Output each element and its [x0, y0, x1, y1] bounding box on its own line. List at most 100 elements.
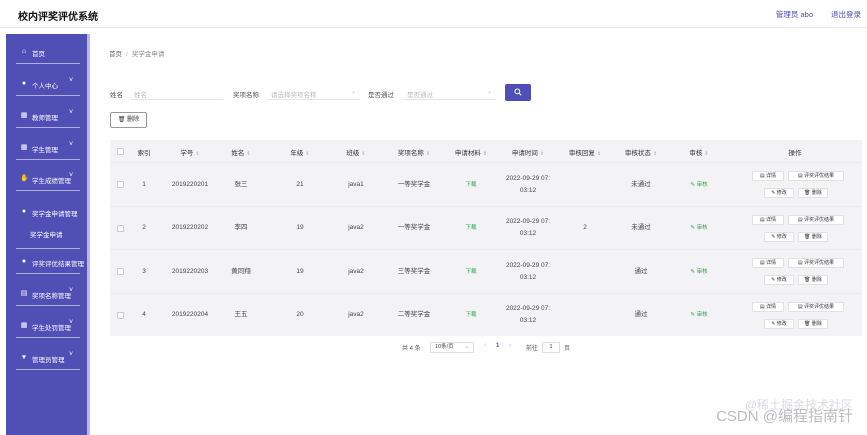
- column-header[interactable]: 年级 ⇕: [290, 147, 309, 157]
- name-search-input[interactable]: 姓名: [131, 86, 223, 100]
- sidebar-divider: [16, 273, 80, 274]
- grid-icon: ▦: [20, 144, 28, 151]
- cell-audit: ✎ 审核: [690, 163, 707, 206]
- sort-icon[interactable]: ⇕: [704, 151, 708, 157]
- column-header[interactable]: 奖项名称 ⇕: [398, 147, 430, 157]
- edit-button-label: 修改: [776, 190, 787, 196]
- chevron-down-icon: ⌄: [350, 89, 356, 95]
- goto-page-input[interactable]: 1: [542, 342, 560, 353]
- trash-icon: 🗑: [804, 190, 812, 196]
- prev-page-icon[interactable]: ‹: [484, 342, 486, 349]
- sidebar-item-7[interactable]: ▤ 奖项名称管理 ˅: [6, 282, 84, 306]
- sidebar-subitem-label: 奖学金申请: [30, 232, 63, 239]
- search-button[interactable]: [505, 84, 531, 101]
- breadcrumb-current: 奖学金申请: [131, 51, 165, 58]
- detail-button[interactable]: ▤ 详情: [752, 258, 784, 268]
- sidebar-item-3[interactable]: ▦ 学生管理 ˅: [6, 136, 84, 160]
- column-header[interactable]: 班级 ⇕: [346, 147, 365, 157]
- sort-icon[interactable]: ⇕: [361, 151, 365, 157]
- sidebar-item-5[interactable]: ● 奖学金申请管理: [6, 200, 84, 224]
- delete-button[interactable]: 🗑 删除: [798, 275, 828, 285]
- delete-button[interactable]: 🗑 删除: [798, 231, 828, 242]
- column-header[interactable]: 审核回复 ⇕: [569, 147, 601, 157]
- sort-icon[interactable]: ⇕: [483, 151, 487, 157]
- column-header-label: 审核状态: [624, 150, 651, 157]
- row-checkbox[interactable]: [117, 224, 124, 232]
- current-page-number[interactable]: 1: [496, 343, 499, 349]
- edit-button[interactable]: ✎ 修改: [764, 188, 794, 198]
- detail-button[interactable]: ▤ 详情: [752, 214, 784, 225]
- edit-button[interactable]: ✎ 修改: [764, 318, 794, 329]
- goto-page-value: 1: [549, 344, 553, 350]
- download-link[interactable]: 下载: [465, 266, 476, 278]
- column-header-label: 奖项名称: [397, 150, 424, 157]
- result-button[interactable]: ▤ 评奖评优结果: [788, 301, 844, 312]
- cell-student-id: 2019220204: [171, 311, 209, 318]
- sidebar-item-8[interactable]: ▦ 学生处罚管理 ˅: [6, 314, 84, 338]
- edit-button[interactable]: ✎ 修改: [764, 275, 794, 285]
- sidebar-item-0[interactable]: ⌂ 首页: [6, 40, 84, 64]
- download-link[interactable]: 下载: [465, 309, 476, 321]
- table-row: 1 2019220201 张三 21 java1 一等奖学金 下载 2022-09-29 07…: [110, 162, 862, 205]
- user-icon: ●: [21, 258, 27, 265]
- download-link[interactable]: 下载: [465, 222, 476, 234]
- column-header[interactable]: 学号 ⇕: [180, 147, 199, 157]
- sidebar-item-6[interactable]: ● 评奖评优结果管理: [6, 250, 84, 274]
- sidebar-subitem-scholarship-apply[interactable]: 奖学金申请: [6, 225, 84, 249]
- row-checkbox[interactable]: [117, 268, 124, 275]
- result-button[interactable]: ▤ 评奖评优结果: [788, 258, 844, 268]
- column-header[interactable]: 申请材料 ⇕: [455, 147, 487, 157]
- trash-icon: 🗑: [117, 117, 126, 123]
- column-header-label: 年级: [290, 150, 304, 157]
- audit-label: 审核: [696, 225, 708, 231]
- logout-link[interactable]: 退出登录: [831, 9, 861, 20]
- column-header[interactable]: 申请时间 ⇕: [512, 147, 544, 157]
- column-header: 索引: [138, 147, 151, 157]
- detail-button[interactable]: ▤ 详情: [752, 301, 784, 312]
- edit-button-label: 修改: [776, 277, 787, 283]
- audit-link[interactable]: ✎ 审核: [690, 266, 707, 278]
- detail-button[interactable]: ▤ 详情: [752, 171, 784, 181]
- result-button[interactable]: ▤ 评奖评优结果: [788, 214, 844, 225]
- cell-award: 三等奖学金: [397, 267, 431, 275]
- trash-icon: 🗑: [804, 233, 812, 240]
- sidebar-item-2[interactable]: ▦ 教师管理 ˅: [6, 104, 84, 128]
- row-checkbox[interactable]: [117, 311, 124, 319]
- delete-button[interactable]: 🗑 删除: [798, 318, 828, 329]
- heart-icon: ♥: [21, 354, 27, 361]
- sort-icon[interactable]: ⇕: [653, 151, 657, 157]
- cell-material: 下载: [465, 163, 476, 206]
- sort-icon[interactable]: ⇕: [426, 151, 430, 157]
- sort-icon[interactable]: ⇕: [305, 151, 309, 157]
- passed-select-placeholder: 是否通过: [407, 92, 433, 99]
- sort-icon[interactable]: ⇕: [540, 151, 544, 157]
- sort-icon[interactable]: ⇕: [246, 151, 250, 157]
- sidebar-item-1[interactable]: ● 个人中心 ˅: [6, 72, 84, 96]
- audit-link[interactable]: ✎ 审核: [690, 309, 707, 321]
- row-checkbox[interactable]: [117, 181, 124, 188]
- audit-link[interactable]: ✎ 审核: [690, 222, 707, 234]
- cell-apply-time: 2022-09-29 07: 03:12: [506, 294, 550, 337]
- breadcrumb-home[interactable]: 首页: [109, 51, 122, 58]
- sidebar-item-label: 教师管理: [32, 115, 58, 122]
- audit-link[interactable]: ✎ 审核: [690, 179, 707, 191]
- award-select[interactable]: 请选择奖项名称 ⌄: [268, 86, 360, 100]
- passed-select[interactable]: 是否通过 ⌄: [404, 86, 496, 100]
- column-header[interactable]: 审核状态 ⇕: [625, 147, 657, 157]
- result-button[interactable]: ▤ 评奖评优结果: [788, 171, 844, 181]
- download-link[interactable]: 下载: [465, 179, 476, 191]
- sort-icon[interactable]: ⇕: [195, 151, 199, 157]
- column-header-label: 审核: [689, 150, 703, 157]
- column-header[interactable]: 审核 ⇕: [689, 147, 708, 157]
- column-header[interactable]: 姓名 ⇕: [231, 147, 250, 157]
- sidebar-item-9[interactable]: ♥ 管理员管理 ˅: [6, 346, 84, 370]
- sort-icon[interactable]: ⇕: [597, 151, 601, 157]
- page-size-select[interactable]: 10条/页 ⌄: [430, 342, 474, 353]
- batch-delete-button[interactable]: 🗑 删除: [110, 112, 147, 128]
- cell-award: 一等奖学金: [397, 180, 431, 188]
- select-all-checkbox[interactable]: [117, 148, 124, 155]
- sidebar-item-4[interactable]: ✋ 学生成绩管理 ˅: [6, 167, 84, 191]
- edit-button[interactable]: ✎ 修改: [764, 231, 794, 242]
- delete-button[interactable]: 🗑 删除: [798, 188, 828, 198]
- next-page-icon[interactable]: ›: [509, 342, 511, 349]
